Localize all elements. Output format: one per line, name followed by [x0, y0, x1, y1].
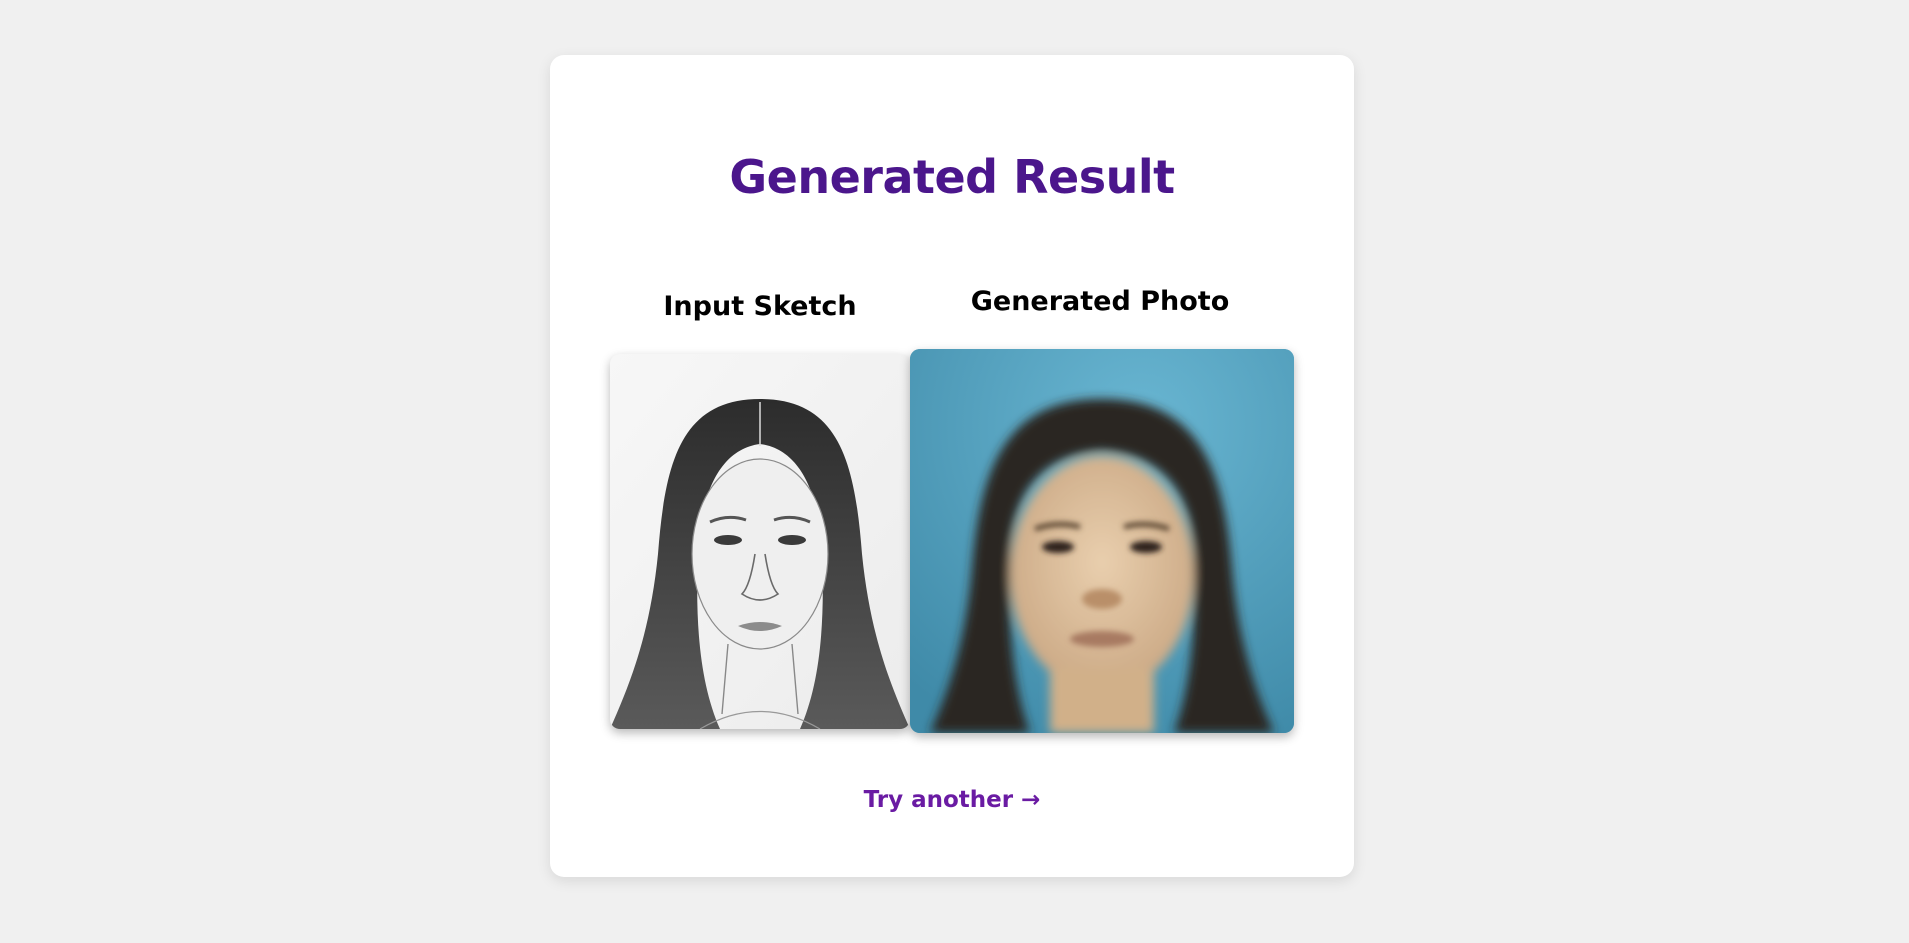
try-another-link[interactable]: Try another → — [550, 787, 1354, 813]
generated-photo-label: Generated Photo — [970, 286, 1230, 317]
input-sketch-image — [610, 354, 910, 729]
result-card: Generated Result Input Sketch Generated … — [550, 55, 1354, 877]
input-sketch-label: Input Sketch — [663, 291, 857, 322]
generated-portrait-drawing — [910, 349, 1294, 733]
generated-photo-image — [910, 349, 1294, 733]
page-title: Generated Result — [729, 150, 1175, 204]
sketch-portrait-drawing — [610, 354, 910, 729]
